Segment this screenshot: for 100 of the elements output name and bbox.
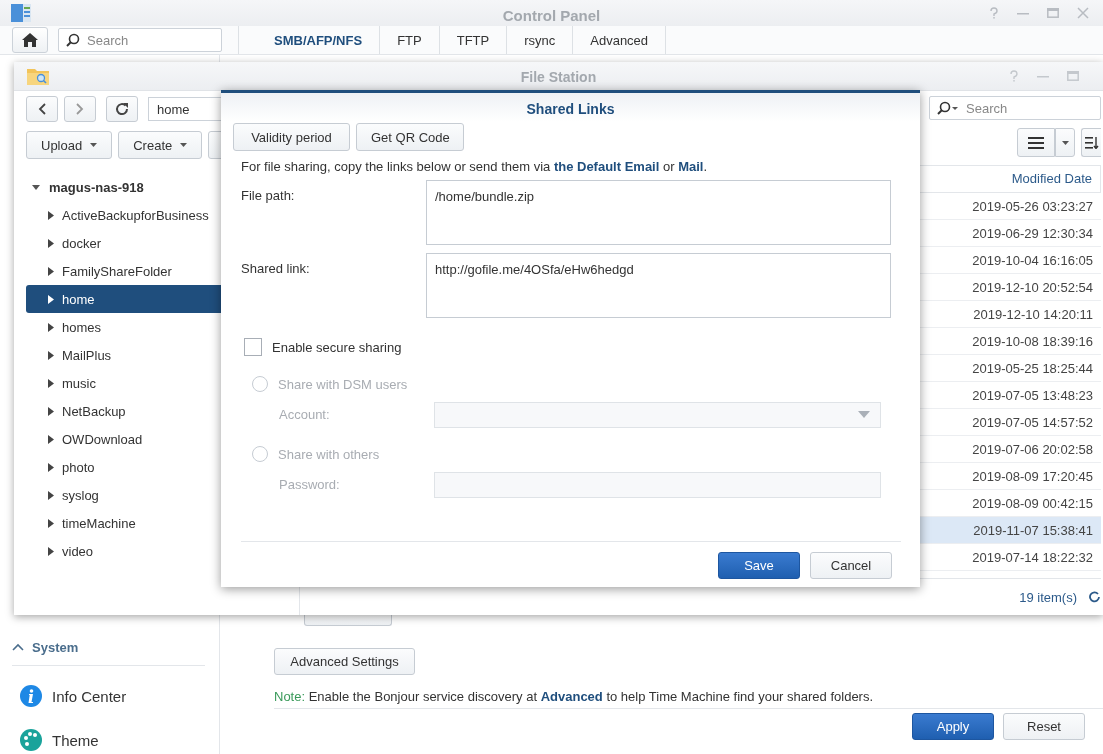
tree-item[interactable]: home [26, 285, 221, 313]
triangle-icon [48, 434, 54, 444]
caret-icon [90, 143, 98, 147]
refresh-icon[interactable] [1089, 591, 1101, 603]
search-icon [937, 101, 959, 115]
text-area[interactable]: http://gofile.me/4OSfa/eHw6hedgd [426, 253, 891, 318]
tab[interactable]: SMB/AFP/NFS [257, 26, 381, 54]
sidebar-item[interactable]: Info Center [12, 682, 205, 710]
tree-root[interactable]: magus-nas-918 [26, 173, 221, 201]
caret-icon [180, 143, 188, 147]
triangle-icon [48, 350, 54, 360]
triangle-icon [48, 266, 54, 276]
tab[interactable]: FTP [380, 26, 440, 54]
app-logo-icon [10, 2, 32, 24]
sidebar-item[interactable]: Theme [12, 726, 205, 754]
intro-text: For file sharing, copy the links below or send them via the Default Email or Mail. [241, 159, 709, 174]
chevron-right-icon [76, 103, 84, 115]
triangle-icon [48, 210, 54, 220]
tree-item[interactable]: NetBackup [26, 397, 221, 425]
note-text: Note: Enable the Bonjour service discovery at Advanced to help Time Machine find your shared folders. [274, 689, 1103, 709]
tree-item[interactable]: MailPlus [26, 341, 221, 369]
save-button[interactable]: Save [718, 552, 800, 579]
tree-item[interactable]: music [26, 369, 221, 397]
account-dropdown[interactable] [434, 401, 881, 428]
toolbar-button[interactable]: Upload [26, 131, 113, 159]
triangle-icon [48, 238, 54, 248]
section-header[interactable]: System [12, 635, 205, 666]
table-cell: 2019-11-07 15:38:41 [973, 522, 1093, 538]
table-cell: 2019-08-09 00:42:15 [972, 495, 1093, 511]
info-icon [20, 685, 42, 707]
tab[interactable]: TFTP [439, 26, 508, 54]
triangle-icon [48, 378, 54, 388]
checkbox[interactable] [244, 338, 262, 356]
tab[interactable]: Advanced [573, 26, 667, 54]
list-view-button[interactable] [1017, 128, 1055, 157]
triangle-icon [48, 294, 54, 304]
triangle-icon [48, 406, 54, 416]
field-label: Password: [279, 477, 341, 492]
caret-icon [1061, 140, 1069, 145]
maximize-icon[interactable] [1047, 7, 1059, 19]
window-title: File Station [520, 69, 597, 85]
toolbar-button[interactable]: Get QR Code [356, 123, 464, 151]
triangle-icon [48, 490, 54, 500]
tree-item[interactable]: photo [26, 453, 221, 481]
tree-item[interactable]: FamilyShareFolder [26, 257, 221, 285]
tree-item[interactable]: timeMachine [26, 509, 221, 537]
search-field[interactable]: Search [58, 28, 222, 52]
toolbar-button[interactable]: Validity period [233, 123, 350, 151]
help-icon[interactable] [989, 7, 999, 19]
view-menu-button[interactable] [1055, 128, 1075, 157]
partial-button[interactable] [304, 615, 392, 626]
text-area[interactable]: /home/bundle.zip [426, 180, 891, 245]
search-field[interactable]: Search [929, 96, 1101, 120]
table-cell: 2019-12-10 20:52:54 [972, 279, 1093, 295]
palette-icon [20, 729, 42, 751]
chevron-left-icon [38, 103, 46, 115]
sort-button[interactable] [1081, 128, 1101, 157]
table-cell: 2019-05-25 18:25:44 [972, 360, 1093, 376]
home-icon [21, 32, 39, 48]
list-icon [1028, 136, 1044, 149]
tree-item[interactable]: OWDownload [26, 425, 221, 453]
advanced-link[interactable]: Advanced [540, 689, 603, 704]
item-count: 19 item(s) [1019, 589, 1077, 605]
triangle-icon [48, 546, 54, 556]
advanced-settings-button[interactable]: Advanced Settings [274, 648, 415, 675]
close-icon[interactable] [1077, 7, 1089, 19]
tree-item[interactable]: docker [26, 229, 221, 257]
tree-item[interactable]: ActiveBackupforBusiness [26, 201, 221, 229]
email-link[interactable]: the Default Email [553, 159, 660, 174]
table-cell: 2019-07-05 14:57:52 [972, 414, 1093, 430]
sort-icon [1084, 136, 1099, 149]
help-icon[interactable] [1009, 70, 1019, 82]
reset-button[interactable]: Reset [1003, 713, 1085, 740]
refresh-button[interactable] [106, 96, 138, 122]
apply-button[interactable]: Apply [912, 713, 994, 740]
forward-button[interactable] [64, 96, 96, 122]
checkbox-label[interactable]: Enable secure sharing [272, 339, 402, 355]
triangle-icon [48, 518, 54, 528]
toolbar-button[interactable]: Create [118, 131, 203, 159]
column-header[interactable]: Modified Date [1011, 166, 1101, 192]
tree-item[interactable]: video [26, 537, 221, 565]
chevron-icon [12, 643, 24, 651]
folder-icon [26, 66, 50, 86]
home-button[interactable] [12, 27, 48, 53]
tab[interactable]: rsync [507, 26, 574, 54]
tree-item[interactable]: homes [26, 313, 221, 341]
table-cell: 2019-10-04 16:16:05 [972, 252, 1093, 268]
table-cell: 2019-06-29 12:30:34 [972, 225, 1093, 241]
back-button[interactable] [26, 96, 58, 122]
triangle-icon [32, 183, 40, 191]
triangle-icon [48, 322, 54, 332]
table-cell: 2019-07-05 13:48:23 [972, 387, 1093, 403]
table-cell: 2019-10-08 18:39:16 [972, 333, 1093, 349]
dialog-title: Shared Links [221, 90, 920, 122]
tree-item[interactable]: syslog [26, 481, 221, 509]
password-field[interactable] [434, 471, 881, 498]
field-label: Shared link: [241, 260, 311, 278]
cancel-button[interactable]: Cancel [810, 552, 892, 579]
maximize-icon[interactable] [1067, 70, 1079, 82]
search-icon [66, 33, 80, 47]
